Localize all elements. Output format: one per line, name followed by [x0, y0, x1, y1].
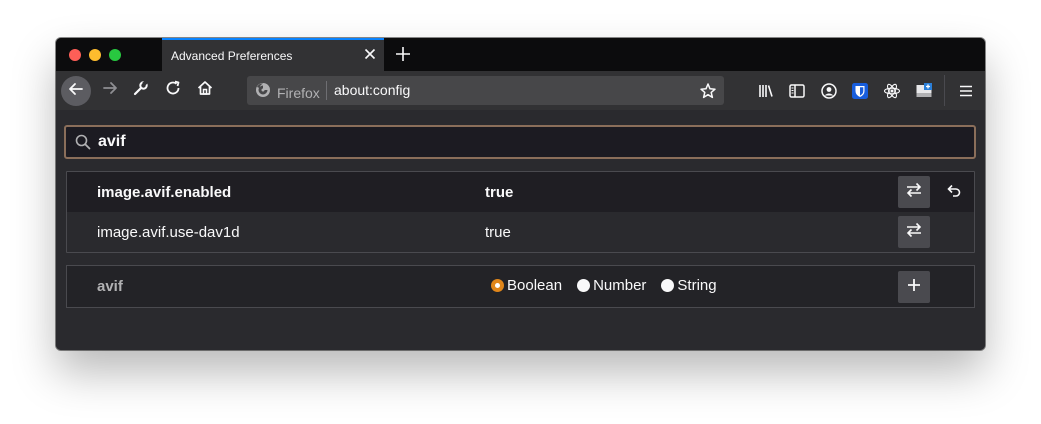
react-devtools-icon[interactable] — [883, 82, 901, 100]
home-icon — [196, 79, 214, 102]
plus-icon[interactable] — [393, 44, 413, 64]
home-button[interactable] — [190, 71, 220, 110]
bookmark-star-icon[interactable] — [699, 82, 717, 100]
back-arrow-icon — [67, 80, 85, 103]
wrench-icon — [132, 79, 150, 102]
table-row[interactable]: image.avif.enabled true — [67, 172, 974, 212]
url-separator — [326, 81, 327, 100]
navigation-toolbar: Firefox about:config — [56, 71, 985, 110]
extension-icon[interactable] — [915, 82, 933, 100]
toolbar-divider — [944, 75, 945, 106]
reload-icon — [164, 79, 182, 102]
pref-value: true — [485, 184, 514, 201]
radio-boolean[interactable]: Boolean — [491, 277, 562, 294]
about-config-page: avif image.avif.enabled true image.avif.… — [56, 110, 985, 350]
back-button[interactable] — [61, 76, 91, 106]
radio-label: Boolean — [507, 277, 563, 294]
pref-value: true — [485, 224, 511, 241]
toggle-arrows-icon — [905, 181, 923, 204]
toggle-button[interactable] — [898, 176, 930, 208]
reset-icon — [945, 181, 963, 204]
toggle-button[interactable] — [898, 216, 930, 248]
bitwarden-shield-icon[interactable] — [851, 82, 869, 100]
radio-button[interactable] — [661, 279, 675, 292]
window-minimize-button[interactable] — [89, 49, 101, 61]
search-input[interactable]: avif — [64, 125, 976, 159]
pref-name: image.avif.enabled — [97, 184, 232, 201]
reload-button[interactable] — [158, 71, 188, 110]
customize-button[interactable] — [126, 71, 156, 110]
hamburger-menu-icon[interactable] — [957, 82, 975, 100]
window-close-button[interactable] — [69, 49, 81, 61]
pref-type-radio-group: Boolean Number String — [491, 277, 732, 294]
forward-arrow-icon — [101, 79, 119, 102]
new-pref-name: avif — [97, 278, 123, 295]
radio-button-selected[interactable] — [491, 279, 504, 292]
add-preference-button[interactable] — [898, 271, 930, 303]
search-icon — [75, 134, 91, 150]
account-icon[interactable] — [820, 82, 838, 100]
pref-name: image.avif.use-dav1d — [97, 224, 240, 241]
radio-number[interactable]: Number — [577, 277, 646, 294]
plus-icon — [906, 277, 922, 298]
radio-button[interactable] — [577, 279, 591, 292]
library-icon[interactable] — [757, 82, 775, 100]
tab-title: Advanced Preferences — [171, 49, 293, 63]
sidebar-icon[interactable] — [788, 82, 806, 100]
close-icon[interactable] — [361, 45, 379, 63]
firefox-logo-icon — [255, 82, 271, 103]
table-row[interactable]: image.avif.use-dav1d true — [67, 212, 974, 252]
identity-label: Firefox — [277, 84, 320, 101]
url-bar[interactable]: Firefox about:config — [247, 76, 724, 105]
reset-button[interactable] — [938, 176, 970, 208]
radio-label: String — [677, 277, 717, 294]
toggle-arrows-icon — [905, 221, 923, 244]
browser-window: Advanced Preferences Firefox about:confi… — [56, 38, 985, 350]
radio-string[interactable]: String — [661, 277, 717, 294]
add-preference-row: avif Boolean Number String — [66, 265, 975, 308]
identity-box[interactable]: Firefox — [255, 82, 320, 103]
tab-strip: Advanced Preferences — [56, 38, 985, 71]
tab-advanced-preferences[interactable]: Advanced Preferences — [162, 38, 384, 71]
url-text[interactable]: about:config — [334, 82, 410, 98]
forward-button[interactable] — [95, 71, 125, 110]
preferences-table: image.avif.enabled true image.avif.use-d… — [66, 171, 975, 253]
search-value: avif — [98, 133, 126, 150]
window-maximize-button[interactable] — [109, 49, 121, 61]
radio-label: Number — [593, 277, 647, 294]
